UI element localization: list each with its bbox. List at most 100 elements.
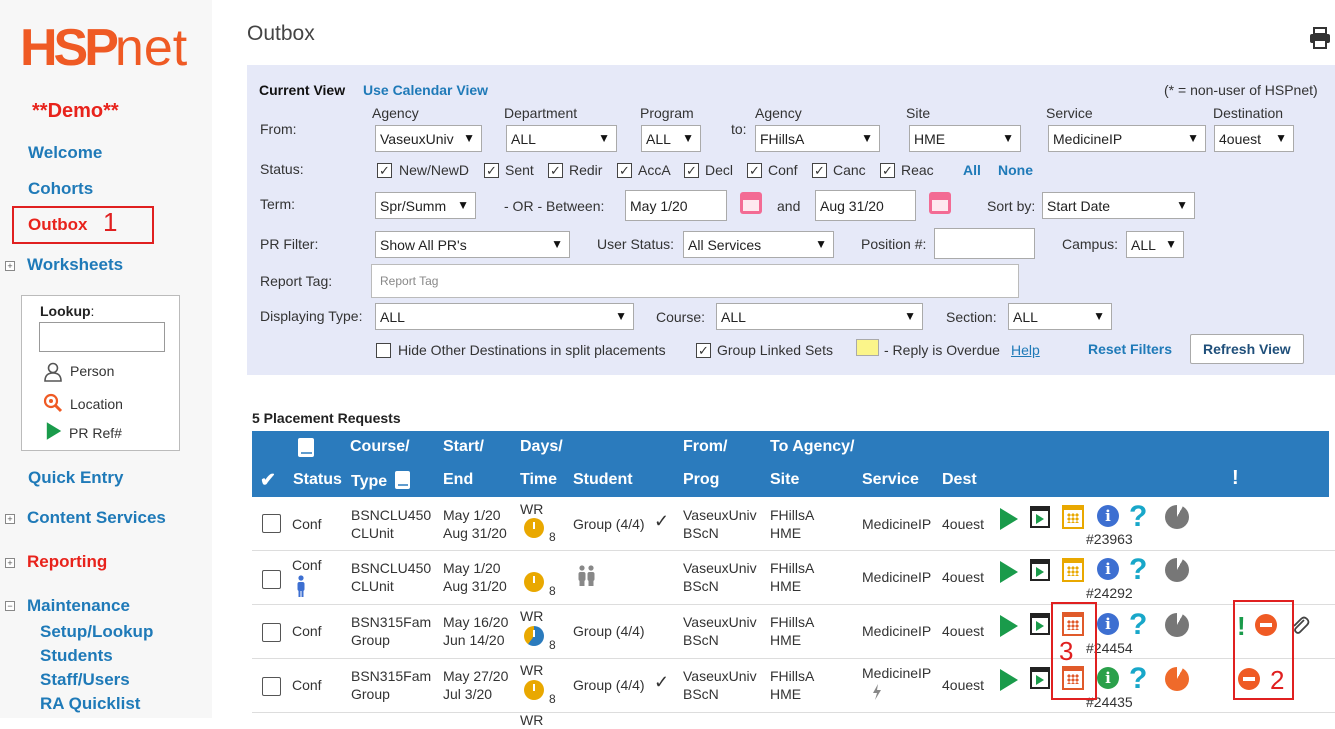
row-course[interactable]: BSN315Fam: [351, 667, 431, 685]
row-checkbox[interactable]: [262, 570, 281, 589]
nav-reporting[interactable]: Reporting: [27, 552, 107, 572]
status-checkbox-redir[interactable]: ✓: [548, 163, 563, 178]
pr-filter-select[interactable]: Show All PR's: [375, 231, 570, 258]
destination-select[interactable]: 4ouest: [1214, 125, 1294, 152]
header-prog[interactable]: Prog: [683, 471, 719, 489]
header-student[interactable]: Student: [573, 471, 633, 489]
position-input[interactable]: [934, 228, 1035, 259]
header-course[interactable]: Course/: [350, 438, 410, 456]
row-student[interactable]: Group (4/4): [573, 515, 645, 533]
status-checkbox-reac[interactable]: ✓: [880, 163, 895, 178]
program-select[interactable]: ALL: [641, 125, 701, 152]
header-end[interactable]: End: [443, 471, 473, 489]
nav-setup-lookup[interactable]: Setup/Lookup: [40, 622, 153, 642]
hide-other-destinations-checkbox[interactable]: [376, 343, 391, 358]
question-icon[interactable]: ?: [1129, 502, 1147, 532]
nav-students[interactable]: Students: [40, 646, 113, 666]
status-checkbox-conf[interactable]: ✓: [747, 163, 762, 178]
status-all-link[interactable]: All: [963, 162, 981, 178]
lookup-pr-ref[interactable]: PR Ref#: [69, 425, 122, 441]
row-course[interactable]: BSNCLU450: [351, 506, 431, 524]
info-icon[interactable]: i: [1097, 558, 1119, 580]
play-icon[interactable]: [1000, 508, 1018, 530]
collapse-maintenance-icon[interactable]: −: [5, 601, 15, 611]
status-checkbox-new[interactable]: ✓: [377, 163, 392, 178]
reset-filters-button[interactable]: Reset Filters: [1088, 341, 1172, 357]
info-green-icon[interactable]: i: [1097, 667, 1119, 689]
section-select[interactable]: ALL: [1008, 303, 1112, 330]
user-status-select[interactable]: All Services: [683, 231, 834, 258]
header-service[interactable]: Service: [862, 471, 919, 489]
row-checkbox[interactable]: [262, 677, 281, 696]
date-to-input[interactable]: Aug 31/20: [815, 190, 916, 221]
table-row[interactable]: Conf BSN315Fam Group May 27/20 Jul 3/20 …: [252, 659, 1335, 713]
status-checkbox-acca[interactable]: ✓: [617, 163, 632, 178]
row-ref[interactable]: #23963: [1086, 531, 1133, 547]
schedule-video-icon[interactable]: [1030, 613, 1050, 635]
header-days[interactable]: Days/: [520, 438, 563, 456]
row-checkbox[interactable]: [262, 623, 281, 642]
expand-content-services-icon[interactable]: +: [5, 514, 15, 524]
lookup-location[interactable]: Location: [70, 396, 123, 412]
header-to-agency[interactable]: To Agency/: [770, 438, 854, 456]
row-course[interactable]: BSNCLU450: [351, 559, 431, 577]
row-course[interactable]: BSN315Fam: [351, 613, 431, 631]
department-select[interactable]: ALL: [506, 125, 617, 152]
calendar-view-link[interactable]: Use Calendar View: [363, 82, 488, 98]
table-row[interactable]: Conf BSN315Fam Group May 16/20 Jun 14/20…: [252, 605, 1335, 659]
table-row[interactable]: Conf BSNCLU450 CLUnit May 1/20 Aug 31/20…: [252, 551, 1335, 605]
displaying-type-select[interactable]: ALL: [375, 303, 634, 330]
schedule-video-icon[interactable]: [1030, 506, 1050, 528]
group-linked-checkbox[interactable]: ✓: [696, 343, 711, 358]
service-select[interactable]: MedicineIP: [1048, 125, 1206, 152]
progress-pie-icon[interactable]: [1165, 558, 1189, 582]
play-icon[interactable]: [1000, 669, 1018, 691]
nav-worksheets[interactable]: Worksheets: [27, 255, 123, 275]
info-icon[interactable]: i: [1097, 613, 1119, 635]
calendar-icon[interactable]: [1062, 505, 1084, 529]
status-checkbox-canc[interactable]: ✓: [812, 163, 827, 178]
site-select[interactable]: HME: [909, 125, 1021, 152]
term-select[interactable]: Spr/Summ: [375, 192, 476, 219]
calendar-icon[interactable]: [1062, 558, 1084, 582]
schedule-video-icon[interactable]: [1030, 667, 1050, 689]
header-time[interactable]: Time: [520, 471, 557, 489]
play-icon[interactable]: [1000, 561, 1018, 583]
course-select[interactable]: ALL: [716, 303, 923, 330]
date-from-calendar-icon[interactable]: [740, 192, 762, 214]
nav-cohorts[interactable]: Cohorts: [28, 179, 93, 199]
row-student[interactable]: Group (4/4): [573, 676, 645, 694]
info-icon[interactable]: i: [1097, 505, 1119, 527]
progress-pie-orange-icon[interactable]: [1165, 667, 1189, 691]
campus-select[interactable]: ALL: [1126, 231, 1184, 258]
header-site[interactable]: Site: [770, 471, 799, 489]
nav-ra-quicklist[interactable]: RA Quicklist: [40, 694, 140, 714]
lookup-input[interactable]: [39, 322, 165, 352]
status-checkbox-sent[interactable]: ✓: [484, 163, 499, 178]
hspnet-logo[interactable]: HSPnet: [20, 22, 187, 74]
header-start[interactable]: Start/: [443, 438, 484, 456]
agency-to-select[interactable]: FHillsA: [755, 125, 880, 152]
header-dest[interactable]: Dest: [942, 471, 977, 489]
expand-reporting-icon[interactable]: +: [5, 558, 15, 568]
sort-select[interactable]: Start Date: [1042, 192, 1195, 219]
expand-worksheets-icon[interactable]: +: [5, 261, 15, 271]
row-ref[interactable]: #24292: [1086, 585, 1133, 601]
status-checkbox-decl[interactable]: ✓: [684, 163, 699, 178]
nav-maintenance[interactable]: Maintenance: [27, 596, 130, 616]
nav-welcome[interactable]: Welcome: [28, 143, 102, 163]
select-all-check-icon[interactable]: ✔: [260, 469, 276, 492]
help-link[interactable]: Help: [1011, 342, 1040, 358]
row-student[interactable]: Group (4/4): [573, 622, 645, 640]
play-icon[interactable]: [1000, 615, 1018, 637]
progress-pie-icon[interactable]: [1165, 613, 1189, 637]
schedule-video-icon[interactable]: [1030, 559, 1050, 581]
progress-pie-icon[interactable]: [1165, 505, 1189, 529]
status-none-link[interactable]: None: [998, 162, 1033, 178]
nav-quick-entry[interactable]: Quick Entry: [28, 468, 123, 488]
question-icon[interactable]: ?: [1129, 610, 1147, 640]
header-status[interactable]: Status: [293, 471, 342, 489]
refresh-view-button[interactable]: Refresh View: [1190, 334, 1304, 364]
table-row[interactable]: Conf BSNCLU450 CLUnit May 1/20 Aug 31/20…: [252, 497, 1335, 551]
row-checkbox[interactable]: [262, 514, 281, 533]
